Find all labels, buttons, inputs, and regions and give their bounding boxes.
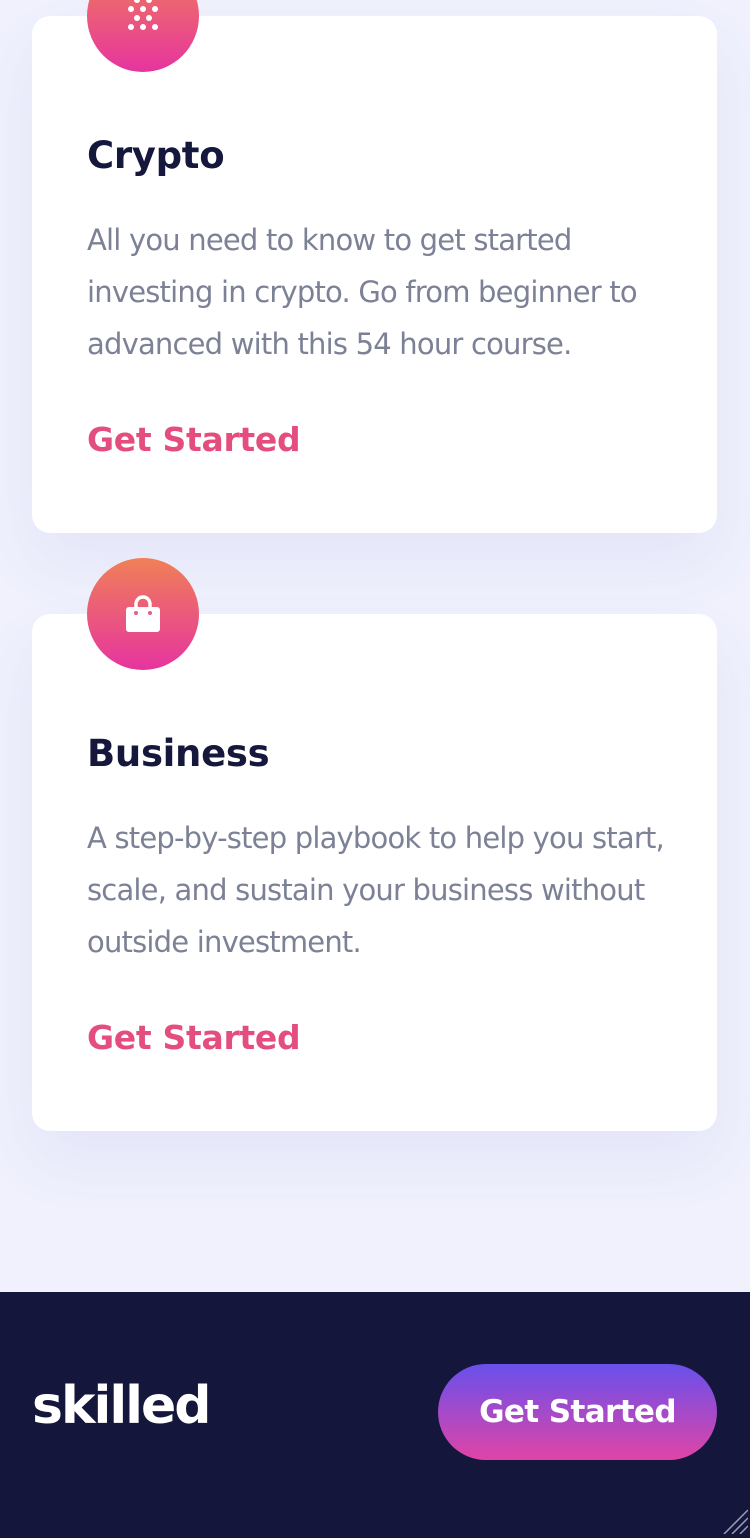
shopping-bag-icon xyxy=(126,595,160,632)
course-card-crypto: Crypto All you need to know to get start… xyxy=(32,0,717,533)
resize-grip-icon[interactable] xyxy=(722,1508,748,1534)
crypto-dots-icon xyxy=(128,0,158,30)
get-started-link[interactable]: Get Started xyxy=(87,1018,301,1057)
logo: skilled xyxy=(32,1376,211,1436)
get-started-link[interactable]: Get Started xyxy=(87,420,301,459)
get-started-button[interactable]: Get Started xyxy=(438,1364,717,1460)
course-card-business: Business A step-by-step playbook to help… xyxy=(32,558,717,1131)
card-description: A step-by-step playbook to help you star… xyxy=(87,821,665,959)
card-icon-badge xyxy=(87,0,199,72)
card-title: Business xyxy=(87,732,270,775)
card-icon-badge xyxy=(87,558,199,670)
footer: skilled Get Started xyxy=(0,1292,750,1538)
card-description: All you need to know to get started inve… xyxy=(87,223,638,361)
card-title: Crypto xyxy=(87,134,225,177)
